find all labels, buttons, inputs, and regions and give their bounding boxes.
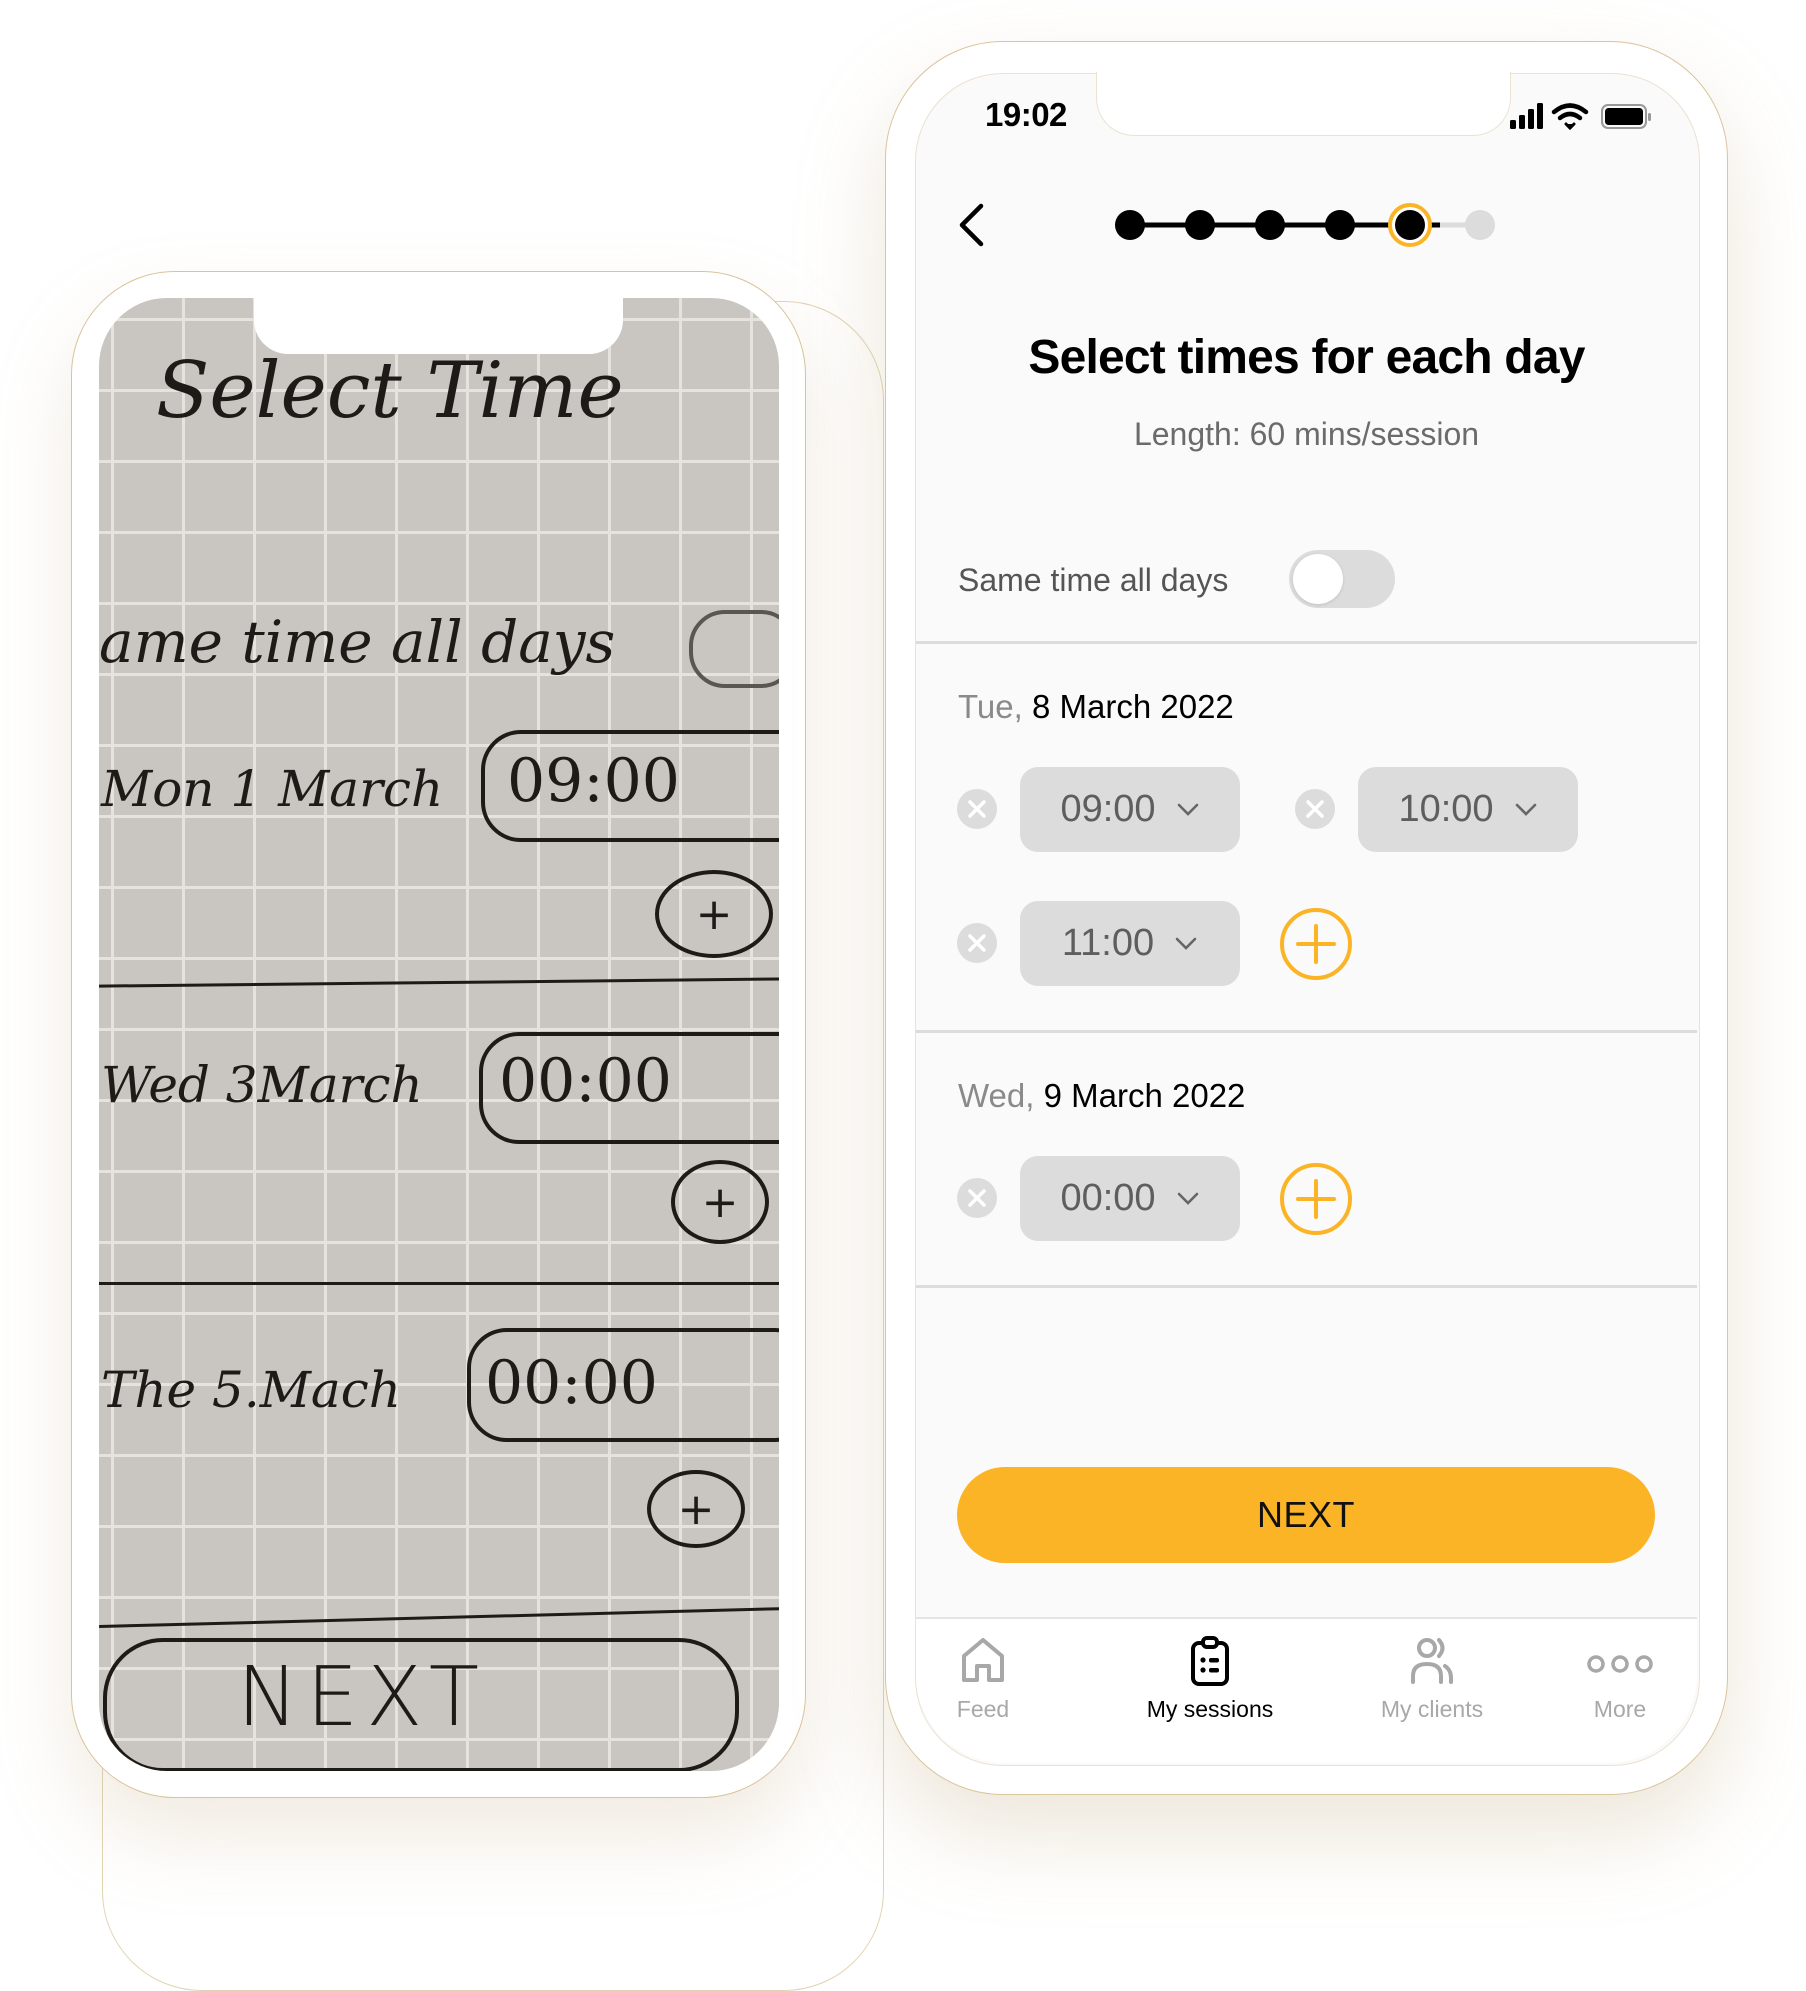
sketch-day-label: Wed 3March — [101, 1056, 423, 1114]
time-value: 09:00 — [1060, 788, 1156, 830]
plus-icon — [1296, 924, 1336, 964]
time-value: 00:00 — [1060, 1177, 1156, 1219]
day-label: Wed, 9 March 2022 — [958, 1077, 1245, 1115]
sketch-plus-icon: + — [647, 1470, 745, 1548]
day-weekday: Tue, — [958, 688, 1023, 725]
sketch-divider — [99, 977, 779, 988]
chevron-down-icon — [1175, 937, 1197, 950]
notch — [1096, 72, 1511, 136]
status-icons — [1510, 103, 1651, 131]
same-time-label: Same time all days — [958, 562, 1229, 598]
more-dots-icon — [1587, 1655, 1653, 1673]
tab-label: My sessions — [1146, 1696, 1274, 1722]
tab-label: My clients — [1380, 1696, 1484, 1722]
stepper-step-done — [1115, 210, 1145, 240]
time-select[interactable]: 00:00 — [1020, 1156, 1240, 1241]
sketch-time-value: 00:00 — [499, 1046, 672, 1116]
close-icon — [968, 800, 986, 818]
next-button[interactable]: NEXT — [957, 1467, 1655, 1563]
time-select[interactable]: 10:00 — [1358, 767, 1578, 852]
time-value: 11:00 — [1061, 922, 1155, 964]
remove-time-button[interactable] — [957, 1178, 997, 1218]
back-chevron-icon[interactable] — [948, 200, 998, 250]
day-weekday: Wed, — [958, 1077, 1035, 1114]
sketch-title: Select Time — [156, 346, 624, 436]
tab-bar-divider — [916, 1617, 1697, 1619]
close-icon — [968, 934, 986, 952]
remove-time-button[interactable] — [1295, 789, 1335, 829]
sketch-day-label: Mon 1 March — [101, 760, 444, 818]
sketch-screen: Select Time ame time all days Mon 1 Marc… — [99, 298, 779, 1771]
day-label: Tue, 8 March 2022 — [958, 688, 1234, 726]
time-value: 10:00 — [1398, 788, 1494, 830]
home-icon — [962, 1638, 1004, 1682]
battery-icon — [1601, 104, 1651, 129]
users-icon — [1411, 1638, 1453, 1684]
remove-time-button[interactable] — [957, 923, 997, 963]
chevron-down-icon — [1515, 803, 1536, 816]
section-divider — [916, 1285, 1697, 1288]
tab-my-sessions[interactable]: My sessions — [1115, 1634, 1305, 1723]
sketch-divider — [99, 1606, 779, 1629]
same-time-toggle[interactable] — [1289, 550, 1395, 608]
stepper-step-done — [1325, 210, 1355, 240]
plus-icon — [1296, 1179, 1336, 1219]
time-select[interactable]: 11:00 — [1020, 901, 1240, 986]
day-date: 9 March 2022 — [1043, 1077, 1246, 1114]
page-title: Select times for each day — [1028, 331, 1585, 384]
sketch-plus-icon: + — [671, 1160, 769, 1244]
toggle-knob — [1293, 554, 1343, 604]
chevron-down-icon — [1177, 803, 1198, 816]
session-length: Length: 60 mins/session — [1133, 416, 1480, 452]
stepper-step-pending — [1465, 210, 1495, 240]
sketch-same-time-label: ame time all days — [99, 608, 616, 676]
tab-more[interactable]: More — [1525, 1634, 1715, 1723]
sketch-toggle — [689, 610, 779, 688]
stepper-step-done — [1255, 210, 1285, 240]
tab-my-clients[interactable]: My clients — [1337, 1634, 1527, 1723]
clipboard-icon — [1191, 1636, 1229, 1686]
wifi-icon — [1551, 103, 1589, 131]
time-select[interactable]: 09:00 — [1020, 767, 1240, 852]
section-divider — [916, 641, 1697, 644]
sketch-day-label: The 5.Mach — [101, 1361, 401, 1419]
tab-label: Feed — [956, 1696, 1010, 1722]
sketch-time-value: 09:00 — [507, 746, 680, 816]
stepper-step-current — [1395, 210, 1425, 240]
remove-time-button[interactable] — [957, 789, 997, 829]
sketch-divider — [99, 1282, 779, 1285]
progress-stepper — [1115, 203, 1495, 247]
close-icon — [968, 1189, 986, 1207]
stepper-step-done — [1185, 210, 1215, 240]
sketch-time-value: 00:00 — [485, 1348, 658, 1418]
day-date: 8 March 2022 — [1031, 688, 1234, 725]
close-icon — [1306, 800, 1324, 818]
tab-label: More — [1593, 1696, 1647, 1722]
status-time: 19:02 — [985, 96, 1067, 133]
section-divider — [916, 1030, 1697, 1033]
sketch-plus-icon: + — [655, 870, 773, 958]
add-time-button[interactable] — [1278, 1161, 1354, 1237]
tab-feed[interactable]: Feed — [888, 1634, 1078, 1723]
signal-icon — [1510, 103, 1543, 129]
chevron-down-icon — [1177, 1192, 1198, 1205]
add-time-button[interactable] — [1278, 906, 1354, 982]
sketch-notch — [254, 298, 623, 354]
sketch-next-label: NEXT — [237, 1650, 487, 1745]
